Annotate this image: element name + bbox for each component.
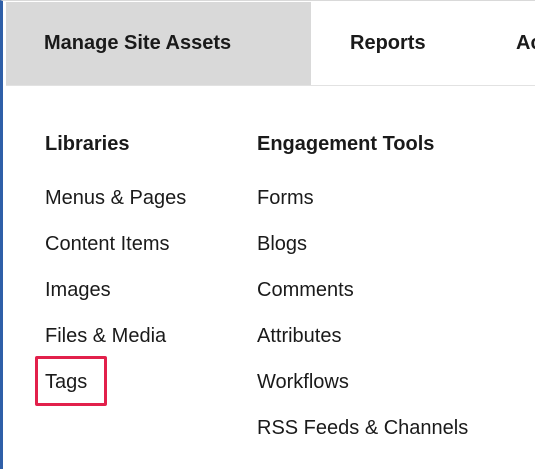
highlight-box [35,356,107,406]
tab-manage-site-assets[interactable]: Manage Site Assets [6,2,311,85]
menu-item-comments[interactable]: Comments [257,274,468,320]
libraries-heading: Libraries [45,133,130,155]
menu-item-menus-pages[interactable]: Menus & Pages [45,182,186,228]
engagement-tools-heading: Engagement Tools [257,133,435,155]
tab-reports[interactable]: Reports [350,2,426,85]
menu-item-workflows[interactable]: Workflows [257,366,468,412]
menu-item-images[interactable]: Images [45,274,186,320]
menu-panel: Manage Site Assets Reports Ac Libraries … [0,0,535,469]
menu-item-blogs[interactable]: Blogs [257,228,468,274]
tab-partial[interactable]: Ac [516,2,535,85]
menu-item-rss-feeds-channels[interactable]: RSS Feeds & Channels [257,412,468,458]
engagement-tools-column: Engagement Tools Forms Blogs Comments At… [257,128,468,458]
menu-item-content-items[interactable]: Content Items [45,228,186,274]
tab-bar: Manage Site Assets Reports Ac [6,2,535,86]
menu-item-attributes[interactable]: Attributes [257,320,468,366]
menu-item-forms[interactable]: Forms [257,182,468,228]
